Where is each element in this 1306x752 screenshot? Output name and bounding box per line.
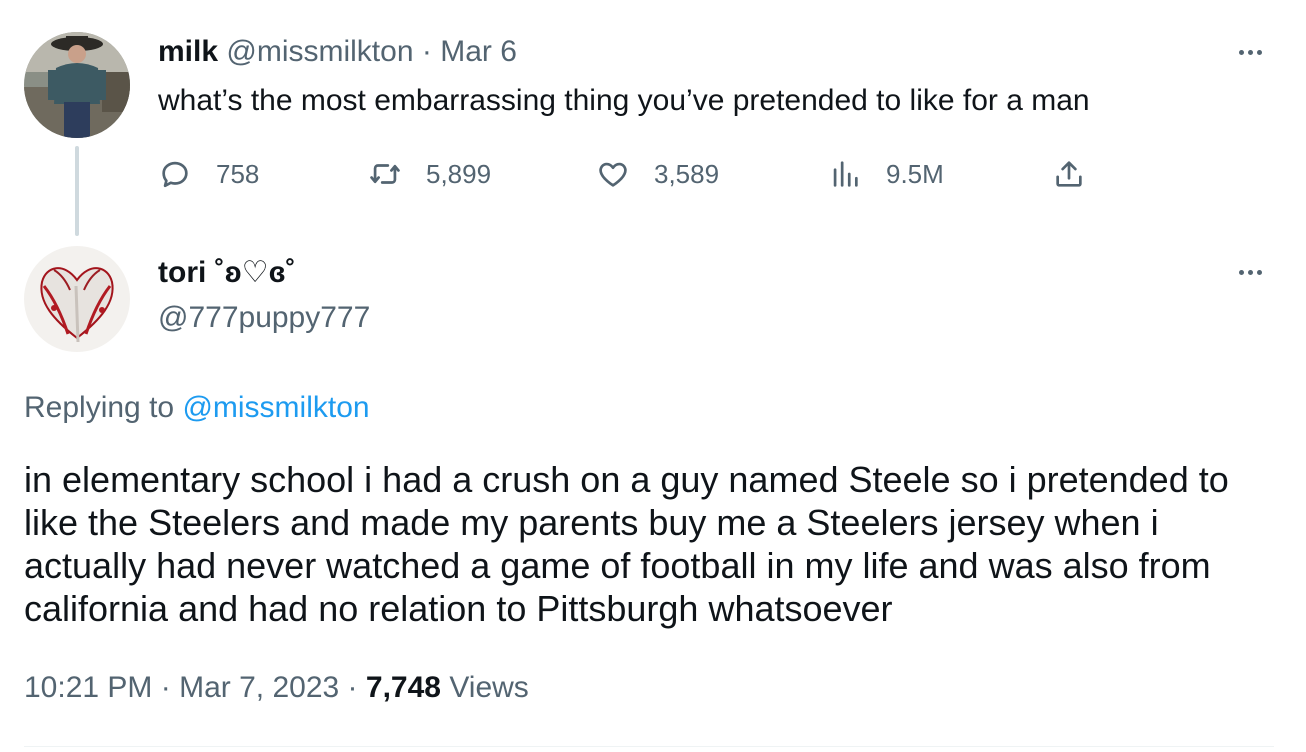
meta-separator-1: · <box>160 671 171 704</box>
reply-tweet-time[interactable]: 10:21 PM <box>24 671 152 704</box>
reply-tweet-text: in elementary school i had a crush on a … <box>24 459 1229 629</box>
share-button[interactable] <box>1052 154 1086 194</box>
bottom-divider <box>24 746 1274 747</box>
reply-count: 758 <box>216 158 260 189</box>
replying-to-mention[interactable]: @missmilkton <box>182 391 369 424</box>
reply-tweet-date[interactable]: Mar 7, 2023 <box>179 671 339 704</box>
reply-bubble-icon <box>162 161 188 188</box>
parent-tweet-date[interactable]: Mar 6 <box>440 35 517 68</box>
like-button[interactable]: 3,589 <box>596 154 719 194</box>
parent-action-bar: 758 5,899 3,589 9.5M <box>158 154 1098 194</box>
parent-tweet-header: milk @missmilkton · Mar 6 <box>158 34 517 70</box>
reply-more-button[interactable] <box>1230 264 1270 280</box>
parent-author-handle[interactable]: @missmilkton <box>226 35 413 68</box>
replying-to-prefix: Replying to <box>24 391 175 424</box>
more-dots-icon <box>1238 49 1244 55</box>
like-count: 3,589 <box>654 158 720 189</box>
bar-chart-icon <box>833 161 858 187</box>
thread-connector-line <box>75 146 79 236</box>
reply-views-label: Views <box>449 671 529 704</box>
reply-author-name[interactable]: tori ˚ʚ♡ɞ˚ <box>158 255 296 291</box>
reply-tweet-meta: 10:21 PM · Mar 7, 2023 · 7,748 Views <box>24 670 529 706</box>
views-count: 9.5M <box>886 158 944 189</box>
reply-button[interactable]: 758 <box>158 154 259 194</box>
views-button[interactable]: 9.5M <box>828 154 944 194</box>
retweet-icon <box>370 164 400 184</box>
retweet-count: 5,899 <box>426 158 492 189</box>
share-upload-icon <box>1056 161 1082 187</box>
more-dots-icon <box>1238 269 1244 275</box>
reply-views-count: 7,748 <box>365 671 441 704</box>
meta-separator-2: · <box>347 671 358 704</box>
parent-author-name[interactable]: milk <box>158 35 218 68</box>
parent-tweet-text: what’s the most embarrassing thing you’v… <box>158 84 1090 117</box>
heart-icon <box>599 162 627 187</box>
header-separator: · <box>421 35 432 68</box>
replying-to-line: Replying to @missmilkton <box>24 390 370 426</box>
retweet-button[interactable]: 5,899 <box>368 154 491 194</box>
reply-author-handle[interactable]: @777puppy777 <box>158 300 370 336</box>
parent-more-button[interactable] <box>1230 44 1270 60</box>
parent-author-avatar[interactable] <box>24 32 130 138</box>
reply-author-avatar[interactable] <box>24 246 130 352</box>
